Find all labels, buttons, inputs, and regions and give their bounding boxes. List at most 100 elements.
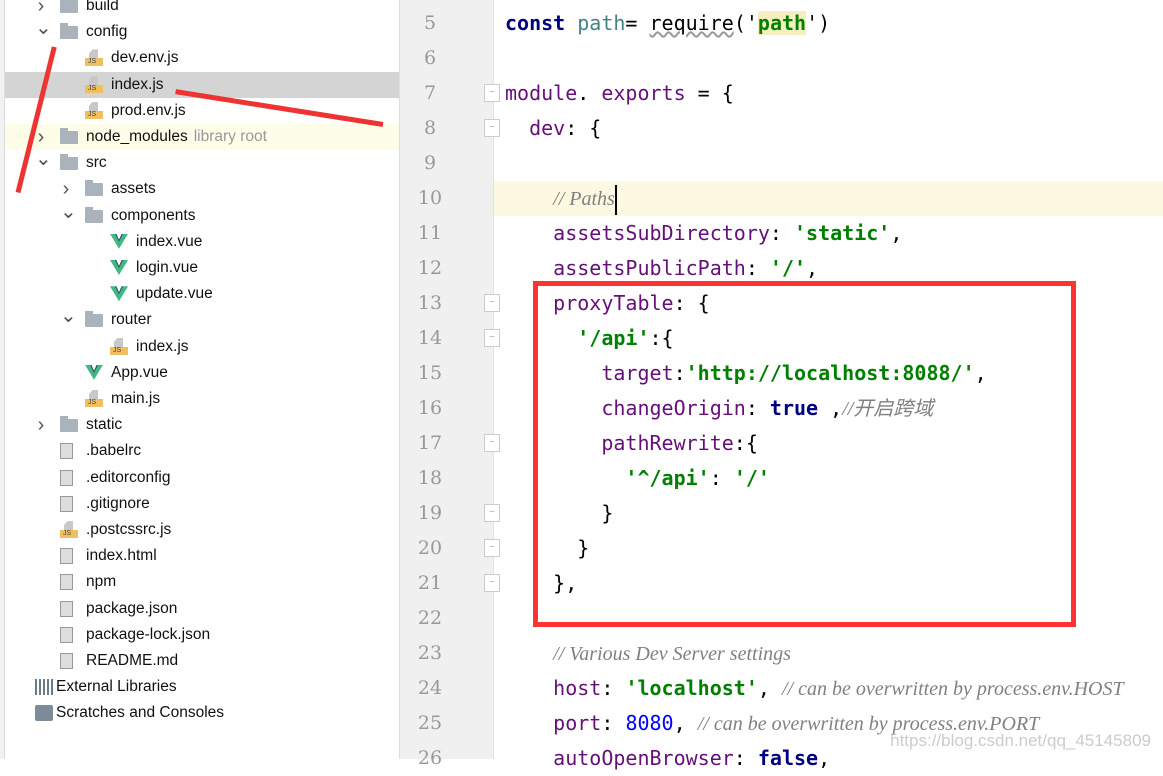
code-token: pathRewrite: [601, 431, 734, 455]
code-token: :: [601, 676, 626, 700]
code-token: '/': [733, 466, 770, 490]
code-line[interactable]: assetsSubDirectory: 'static',: [505, 216, 1155, 251]
code-line[interactable]: target:'http://localhost:8088/',: [505, 356, 1155, 391]
fold-toggle-icon[interactable]: −: [484, 329, 500, 347]
tree-item-label: prod.env.js: [111, 101, 186, 119]
tree-item[interactable]: .editorconfig: [5, 465, 399, 491]
fold-toggle-icon[interactable]: −: [484, 539, 500, 557]
tree-item[interactable]: package-lock.json: [5, 622, 399, 648]
code-line[interactable]: },: [505, 566, 1155, 601]
tree-item-label: .babelrc: [86, 442, 142, 460]
tree-item[interactable]: index.html: [5, 543, 399, 569]
library-root-hint: library root: [193, 128, 267, 145]
tree-item[interactable]: npm: [5, 569, 399, 595]
code-token: module: [505, 81, 578, 105]
tree-item[interactable]: JS main.js: [5, 386, 399, 412]
tree-item[interactable]: JS dev.env.js: [5, 45, 399, 71]
fold-toggle-icon[interactable]: −: [484, 119, 500, 137]
fold-toggle-icon[interactable]: −: [484, 504, 500, 522]
tree-item-label: External Libraries: [56, 678, 177, 696]
fold-toggle-icon[interactable]: −: [484, 434, 500, 452]
line-number: 17: [417, 432, 443, 454]
chevron-down-icon[interactable]: ⌄: [35, 15, 52, 40]
tree-item[interactable]: ⌄ src: [5, 148, 399, 176]
tree-item-label: index.vue: [136, 232, 203, 250]
line-number: 25: [417, 712, 443, 734]
chevron-down-icon[interactable]: ⌄: [60, 303, 77, 328]
tree-item[interactable]: .gitignore: [5, 491, 399, 517]
code-token: exports: [601, 81, 686, 105]
tree-item[interactable]: .babelrc: [5, 438, 399, 464]
chevron-right-icon[interactable]: ›: [35, 126, 47, 149]
code-token: // Various Dev Server settings: [553, 643, 791, 665]
code-token: ,: [806, 256, 819, 280]
js-file-icon: JS: [110, 337, 128, 355]
tree-item-label: npm: [86, 573, 117, 591]
tree-item[interactable]: README.md: [5, 648, 399, 674]
unknown-file-icon: [60, 574, 73, 591]
line-number: 7: [423, 82, 437, 104]
code-line[interactable]: [505, 146, 1155, 181]
tree-item[interactable]: › static: [5, 412, 399, 438]
chevron-down-icon[interactable]: ⌄: [35, 146, 52, 171]
vue-file-icon: [110, 260, 128, 275]
code-token: true: [769, 396, 819, 420]
tree-item[interactable]: External Libraries: [5, 674, 399, 700]
folder-icon: [85, 206, 103, 223]
project-tree: › build ⌄ config JS dev.env.js JS index.js JS pro…: [0, 0, 400, 759]
code-line[interactable]: }: [505, 531, 1155, 566]
code-line[interactable]: [505, 601, 1155, 636]
code-line[interactable]: assetsPublicPath: '/',: [505, 251, 1155, 286]
tree-item[interactable]: login.vue: [5, 255, 399, 281]
code-line[interactable]: '/api':{: [505, 321, 1155, 356]
tree-item[interactable]: package.json: [5, 596, 399, 622]
line-number: 23: [417, 642, 443, 664]
chevron-right-icon[interactable]: ›: [35, 414, 47, 437]
code-token: :: [709, 466, 734, 490]
line-number: 15: [417, 362, 443, 384]
code-token: ,: [890, 221, 903, 245]
code-line[interactable]: module. exports = {: [505, 76, 1155, 111]
code-line[interactable]: // Paths: [505, 181, 1155, 216]
code-token: ,: [673, 711, 698, 735]
code-token: :: [769, 221, 795, 245]
tree-item[interactable]: › node_modules library root: [5, 124, 399, 150]
chevron-right-icon[interactable]: ›: [60, 178, 72, 201]
folder-icon: [60, 0, 78, 13]
code-line[interactable]: [505, 41, 1155, 76]
code-line[interactable]: dev: {: [505, 111, 1155, 146]
text-file-icon: [60, 469, 73, 486]
code-token: ,: [974, 361, 987, 385]
line-number: 6: [423, 47, 437, 69]
code-line[interactable]: // Various Dev Server settings: [505, 636, 1155, 671]
code-line[interactable]: port: 8080, // can be overwritten by pro…: [505, 706, 1155, 741]
tree-item[interactable]: ⌄ components: [5, 201, 399, 229]
fold-toggle-icon[interactable]: −: [484, 574, 500, 592]
fold-toggle-icon[interactable]: −: [484, 294, 500, 312]
tree-item[interactable]: App.vue: [5, 360, 399, 386]
code-line[interactable]: pathRewrite:{: [505, 426, 1155, 461]
tree-item[interactable]: › build: [5, 0, 399, 19]
chevron-down-icon[interactable]: ⌄: [60, 199, 77, 224]
fold-toggle-icon[interactable]: −: [484, 84, 500, 102]
tree-item[interactable]: Scratches and Consoles: [5, 700, 399, 726]
tree-item[interactable]: JS .postcssrc.js: [5, 517, 399, 543]
code-line[interactable]: const path= require('path'): [505, 6, 1155, 41]
code-line[interactable]: '^/api': '/': [505, 461, 1155, 496]
tree-item[interactable]: ⌄ router: [5, 305, 399, 333]
code-token: : {: [673, 291, 710, 315]
code-line[interactable]: }: [505, 496, 1155, 531]
folder-icon: [60, 154, 78, 171]
tree-item[interactable]: JS index.js: [5, 334, 399, 360]
tree-item[interactable]: index.vue: [5, 229, 399, 255]
code-token: '): [806, 11, 831, 35]
line-number: 5: [423, 12, 437, 34]
code-token: 'static': [794, 221, 891, 245]
tree-item[interactable]: ⌄ config: [5, 17, 399, 45]
code-line[interactable]: changeOrigin: true ,//开启跨域: [505, 391, 1155, 426]
code-line[interactable]: host: 'localhost', // can be overwritten…: [505, 671, 1155, 706]
scratches-icon: [35, 705, 53, 722]
code-token: :: [745, 256, 770, 280]
code-line[interactable]: proxyTable: {: [505, 286, 1155, 321]
